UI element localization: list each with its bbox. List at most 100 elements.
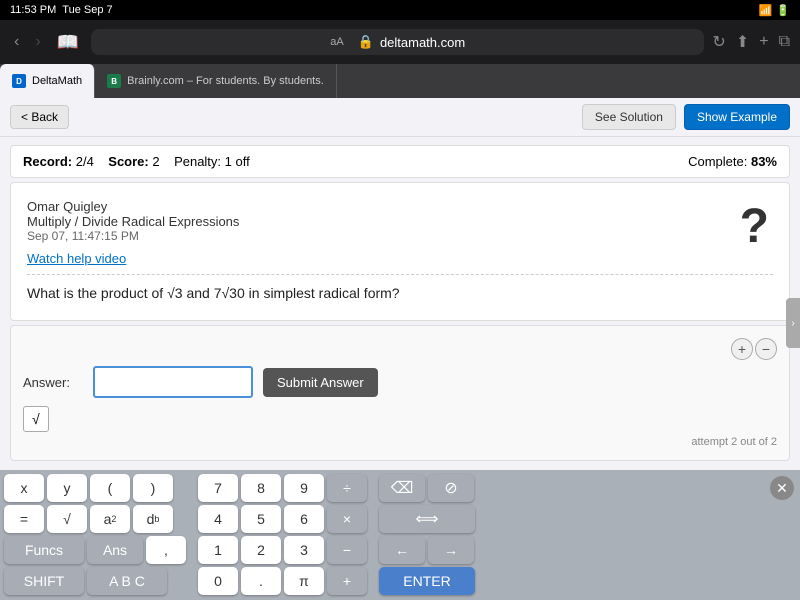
record-info: Record: 2/4 Score: 2 Penalty: 1 off [23, 154, 250, 169]
browser-actions: ↻ ⬆ + ⧉ [712, 32, 790, 52]
key-d-b[interactable]: db [133, 505, 173, 533]
key-3[interactable]: 3 [284, 536, 324, 564]
key-divide[interactable]: ÷ [327, 474, 367, 502]
share-button[interactable]: ⬆ [736, 32, 749, 52]
key-enter[interactable]: ENTER [379, 567, 475, 595]
sqrt-symbol-label: √ [32, 411, 40, 427]
attempt-text: attempt 2 out of 2 [23, 436, 777, 448]
key-0[interactable]: 0 [198, 567, 238, 595]
date-line: Sep 07, 11:47:15 PM [27, 229, 773, 243]
record-value: 2/4 [76, 154, 94, 169]
battery-icon: 🔋 [776, 4, 790, 17]
bookmarks-button[interactable]: 📖 [53, 30, 83, 55]
tab-deltamath[interactable]: D DeltaMath [0, 64, 95, 98]
kb-num-row-4: 0 . π + [198, 567, 367, 595]
key-y[interactable]: y [47, 474, 87, 502]
show-example-button[interactable]: Show Example [684, 104, 790, 130]
kb-num-row-1: 7 8 9 ÷ [198, 474, 367, 502]
help-video-link[interactable]: Watch help video [27, 251, 773, 266]
key-delete[interactable]: ⌫ [379, 474, 425, 502]
kb-ctrl-row-2: ⟺ [379, 505, 475, 533]
question-text: What is the product of √3 and 7√30 in si… [27, 283, 773, 304]
key-close-paren[interactable]: ) [133, 474, 173, 502]
key-multiply[interactable]: × [327, 505, 367, 533]
score-label: Score: [108, 154, 148, 169]
key-6[interactable]: 6 [284, 505, 324, 533]
tab-brainly-label: Brainly.com – For students. By students. [127, 75, 324, 87]
key-1[interactable]: 1 [198, 536, 238, 564]
kb-numpad-section: 7 8 9 ÷ 4 5 6 × 1 2 3 − 0 . π + [198, 474, 367, 596]
page-toolbar: < Back See Solution Show Example [0, 98, 800, 137]
penalty-value: 1 off [225, 154, 250, 169]
url-text: deltamath.com [380, 35, 465, 50]
kb-ctrl-row-3: ← → [379, 536, 475, 564]
key-x[interactable]: x [4, 474, 44, 502]
back-button[interactable]: < Back [10, 105, 69, 129]
key-sqrt[interactable]: √ [47, 505, 87, 533]
math-keyboard: x y ( ) = √ a2 db Funcs Ans , SHIFT A B … [0, 470, 800, 600]
kb-num-row-3: 1 2 3 − [198, 536, 367, 564]
key-5[interactable]: 5 [241, 505, 281, 533]
reload-button[interactable]: ↻ [712, 32, 725, 52]
kb-control-section: ⌫ ⊘ ⟺ ← → ENTER [379, 474, 475, 596]
key-right-arrow[interactable]: → [428, 536, 474, 564]
answer-controls: + − [23, 338, 777, 360]
key-open-paren[interactable]: ( [90, 474, 130, 502]
kb-row-3: Funcs Ans , [4, 536, 186, 564]
kb-row-2: = √ a2 db [4, 505, 186, 533]
key-equals[interactable]: = [4, 505, 44, 533]
key-comma[interactable]: , [146, 536, 186, 564]
lock-icon: 🔒 [358, 34, 374, 50]
penalty-label: Penalty: [174, 154, 221, 169]
key-2[interactable]: 2 [241, 536, 281, 564]
see-solution-button[interactable]: See Solution [582, 104, 676, 130]
new-tab-button[interactable]: + [759, 33, 768, 51]
status-date: Tue Sep 7 [62, 4, 112, 16]
forward-nav-button[interactable]: › [31, 31, 44, 53]
key-4[interactable]: 4 [198, 505, 238, 533]
key-minus[interactable]: − [327, 536, 367, 564]
key-left-right[interactable]: ⟺ [379, 505, 475, 533]
status-time: 11:53 PM [10, 4, 56, 16]
sqrt-button[interactable]: √ [23, 406, 49, 432]
tab-bar: D DeltaMath B Brainly.com – For students… [0, 64, 800, 98]
key-ans[interactable]: Ans [87, 536, 143, 564]
question-card: ? Omar Quigley Multiply / Divide Radical… [10, 182, 790, 321]
question-divider [27, 274, 773, 275]
question-mark-icon: ? [740, 199, 769, 254]
key-plus[interactable]: + [327, 567, 367, 595]
answer-input[interactable] [93, 366, 253, 398]
score-value: 2 [152, 154, 159, 169]
key-clear[interactable]: ⊘ [428, 474, 474, 502]
key-a-squared[interactable]: a2 [90, 505, 130, 533]
key-dot[interactable]: . [241, 567, 281, 595]
submit-answer-button[interactable]: Submit Answer [263, 368, 378, 397]
brainly-favicon: B [107, 74, 121, 88]
kb-row-4: SHIFT A B C [4, 567, 186, 595]
key-8[interactable]: 8 [241, 474, 281, 502]
keyboard-close-button[interactable]: ✕ [770, 476, 794, 500]
tab-brainly[interactable]: B Brainly.com – For students. By student… [95, 64, 337, 98]
key-7[interactable]: 7 [198, 474, 238, 502]
key-pi[interactable]: π [284, 567, 324, 595]
url-bar[interactable]: aA 🔒 deltamath.com [91, 29, 704, 55]
answer-label: Answer: [23, 375, 83, 390]
page-content: < Back See Solution Show Example Record:… [0, 98, 800, 470]
tabs-button[interactable]: ⧉ [779, 33, 790, 51]
font-size-label: aA [330, 36, 343, 48]
key-shift[interactable]: SHIFT [4, 567, 84, 595]
student-name: Omar Quigley [27, 199, 773, 214]
key-funcs[interactable]: Funcs [4, 536, 84, 564]
zoom-minus-button[interactable]: − [755, 338, 777, 360]
zoom-plus-button[interactable]: + [731, 338, 753, 360]
browser-chrome: ‹ › 📖 aA 🔒 deltamath.com ↻ ⬆ + ⧉ [0, 20, 800, 64]
answer-area: + − Answer: Submit Answer √ attempt 2 ou… [10, 325, 790, 461]
zoom-buttons: + − [731, 338, 777, 360]
back-nav-button[interactable]: ‹ [10, 31, 23, 53]
kb-ctrl-row-4: ENTER [379, 567, 475, 595]
key-left-arrow[interactable]: ← [379, 536, 425, 564]
back-button-label: < Back [21, 110, 58, 124]
side-handle[interactable]: › [786, 298, 800, 348]
key-9[interactable]: 9 [284, 474, 324, 502]
key-abc[interactable]: A B C [87, 567, 167, 595]
